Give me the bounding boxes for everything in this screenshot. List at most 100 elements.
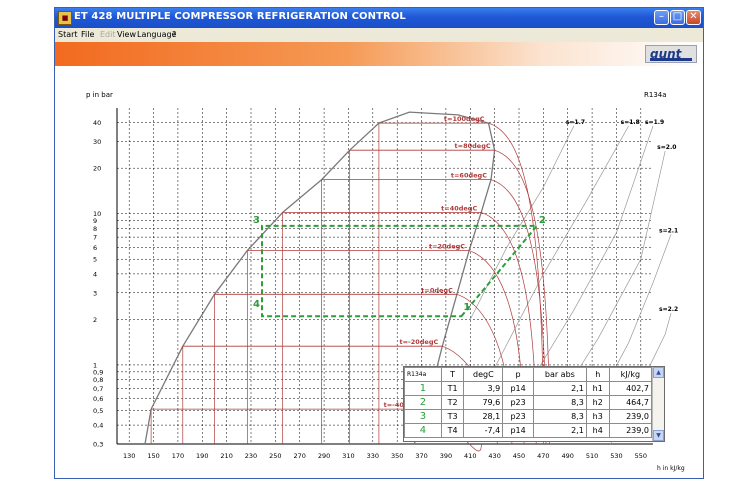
table-header: bar abs [532, 367, 587, 382]
x-tick-label: 290 [318, 452, 330, 460]
x-tick-label: 310 [342, 452, 354, 460]
close-button[interactable]: ✕ [686, 10, 701, 25]
isotherm-label: t=20degC [429, 243, 465, 251]
x-tick-label: 270 [294, 452, 306, 460]
table-row: 1 T1 3,9 p14 2,1 h1 402,7 [404, 381, 653, 396]
y-tick-label: 5 [93, 256, 97, 264]
isotherm-label: t=60degC [451, 172, 487, 180]
y-tick-label: 8 [93, 225, 97, 233]
table-cell: 3,9 [463, 381, 504, 396]
isentrope-line [469, 125, 575, 320]
x-tick-label: 550 [635, 452, 647, 460]
isentrope-label: s=2.2 [659, 306, 678, 313]
table-header: degC [463, 367, 504, 382]
app-window: ■ ET 428 MULTIPLE COMPRESSOR REFRIGERATI… [55, 8, 703, 478]
y-tick-label: 0,6 [93, 395, 103, 403]
x-tick-label: 470 [537, 452, 549, 460]
table-cell: 402,7 [608, 381, 653, 396]
table-cell: h1 [585, 381, 610, 396]
table-cell: 239,0 [608, 409, 653, 424]
y-tick-label: 4 [93, 270, 97, 278]
menu-file[interactable]: File [81, 30, 94, 39]
isentrope-label: s=1.7 [566, 119, 585, 126]
table-cell: h4 [585, 423, 610, 438]
menu-view[interactable]: View [117, 30, 136, 39]
table-cell: T2 [440, 395, 465, 410]
x-tick-label: 150 [147, 452, 159, 460]
y-tick-label: 0,5 [93, 407, 103, 415]
window-title: ET 428 MULTIPLE COMPRESSOR REFRIGERATION… [74, 11, 406, 22]
table-cell: 464,7 [608, 395, 653, 410]
isentrope-label: s=1.9 [645, 119, 664, 126]
x-tick-label: 190 [196, 452, 208, 460]
x-tick-label: 350 [391, 452, 403, 460]
isentrope-line [488, 125, 629, 380]
table-row: 4 T4 -7,4 p14 2,1 h4 239,0 [404, 423, 653, 438]
refrigeration-cycle [261, 224, 540, 318]
menu-start[interactable]: Start [58, 30, 78, 39]
table-cell: p23 [502, 409, 534, 424]
table-cell: 2,1 [532, 381, 587, 396]
table-cell: h3 [585, 409, 610, 424]
cycle-point-label: 1 [463, 302, 470, 313]
table-cell: -7,4 [463, 423, 504, 438]
menu-language[interactable]: Language [137, 30, 176, 39]
x-tick-label: 330 [367, 452, 379, 460]
x-tick-label: 170 [172, 452, 184, 460]
state-number: 4 [404, 423, 442, 438]
menu-edit[interactable]: Edit [100, 30, 116, 39]
table-header: T [440, 367, 465, 382]
y-tick-label: 6 [93, 244, 97, 252]
scroll-down-icon[interactable]: ▼ [653, 430, 664, 441]
x-axis-label: h in kJ/kg [657, 465, 685, 472]
x-tick-label: 370 [415, 452, 427, 460]
table-scrollbar[interactable]: ▲ ▼ [652, 367, 664, 441]
y-tick-label: 0,4 [93, 422, 103, 430]
x-tick-label: 510 [586, 452, 598, 460]
title-bar[interactable]: ■ ET 428 MULTIPLE COMPRESSOR REFRIGERATI… [55, 8, 703, 28]
isotherm-label: t=100degC [444, 115, 485, 123]
x-tick-label: 450 [513, 452, 525, 460]
table-cell: 8,3 [532, 409, 587, 424]
menu-help[interactable]: ? [172, 30, 176, 39]
table-header: kJ/kg [608, 367, 653, 382]
table-cell: p14 [502, 381, 534, 396]
y-tick-label: 40 [93, 119, 101, 127]
maximize-button[interactable]: □ [670, 10, 685, 25]
x-tick-label: 490 [562, 452, 574, 460]
y-tick-label: 7 [93, 234, 97, 242]
x-tick-label: 530 [610, 452, 622, 460]
cycle-point-label: 4 [253, 299, 260, 310]
table-cell: h2 [585, 395, 610, 410]
state-number: 3 [404, 409, 442, 424]
x-tick-label: 210 [220, 452, 232, 460]
state-number: 2 [404, 395, 442, 410]
isotherm-label: t=0degC [421, 286, 453, 294]
y-tick-label: 3 [93, 289, 97, 297]
y-tick-label: 0,3 [93, 441, 103, 449]
y-tick-label: 0,7 [93, 385, 103, 393]
menu-bar: Start File Edit View Language ? [55, 28, 703, 42]
table-row: 2 T2 79,6 p23 8,3 h2 464,7 [404, 395, 653, 410]
y-tick-label: 1 [93, 361, 97, 369]
gunt-logo: gunt [645, 45, 697, 63]
table-header-row: R134a T degC p bar abs h kJ/kg [404, 367, 653, 382]
isentrope-label: s=2.1 [659, 227, 678, 234]
y-tick-label: 20 [93, 165, 101, 173]
table-header: p [502, 367, 534, 382]
table-cell: 8,3 [532, 395, 587, 410]
state-number: 1 [404, 381, 442, 396]
table-row: 3 T3 28,1 p23 8,3 h3 239,0 [404, 409, 653, 424]
table-cell: 2,1 [532, 423, 587, 438]
y-axis-label: p in bar [86, 91, 113, 99]
y-tick-label: 2 [93, 316, 97, 324]
isotherm-label: t=80degC [455, 142, 491, 150]
scroll-up-icon[interactable]: ▲ [653, 367, 664, 378]
cycle-point-label: 3 [253, 215, 260, 226]
minimize-button[interactable]: – [654, 10, 669, 25]
table-cell: p14 [502, 423, 534, 438]
table-cell: T3 [440, 409, 465, 424]
x-tick-label: 430 [488, 452, 500, 460]
y-tick-label: 0,9 [93, 368, 103, 376]
x-tick-label: 230 [245, 452, 257, 460]
